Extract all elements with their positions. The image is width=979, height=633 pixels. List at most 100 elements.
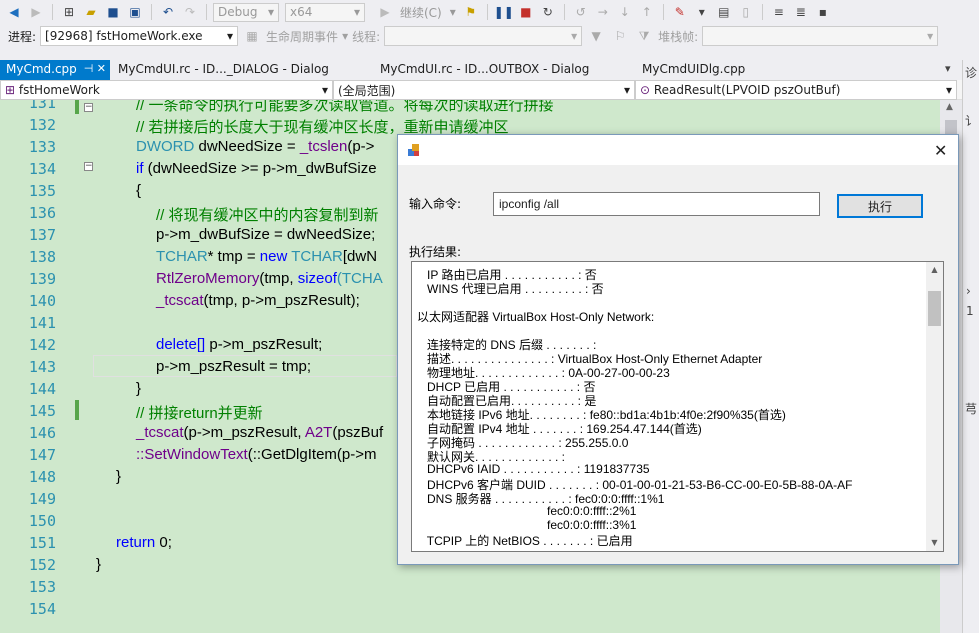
result-scrollbar[interactable]: ▲ ▼ [926,262,943,551]
breakpoint-icon[interactable]: ✎ [670,2,690,22]
scroll-up-icon[interactable]: ▲ [946,102,953,112]
tab-mycmduidlg-cpp[interactable]: MyCmdUIDlg.cpp [636,60,751,80]
function-name: ReadResult(LPVOID pszOutBuf) [653,83,841,97]
step-out-icon[interactable]: ↑ [637,2,657,22]
collapse-icon[interactable]: − [84,103,93,112]
project-select[interactable]: ⊞ fstHomeWork ▾ [0,80,333,100]
dialog-titlebar[interactable]: ✕ [398,135,958,165]
lifecycle-icon: ▦ [246,29,258,43]
pause-icon[interactable]: ❚❚ [494,2,514,22]
code-text: (tmp, p->m_pszResult); [203,292,360,309]
filter-toggle-icon[interactable]: ⧩ [634,26,654,46]
scope-select[interactable]: (全局范围) ▾ [333,80,635,100]
step-into-icon[interactable]: ↓ [615,2,635,22]
side-tab-2[interactable]: 芎 [965,400,977,417]
continue-button[interactable]: 继续(C) [397,4,445,21]
lifecycle-events-button[interactable]: 生命周期事件 [266,28,338,45]
platform-select[interactable]: x64 ▾ [285,2,365,22]
line-number: 154 [28,600,56,618]
step-over-icon[interactable]: → [593,2,613,22]
chevron-down-icon: ▾ [342,29,349,43]
bookmark-icon[interactable]: ▤ [714,2,734,22]
code-text: dwNeedSize = [194,138,300,155]
document-icon[interactable]: ▯ [736,2,756,22]
open-folder-icon[interactable]: ▰ [81,2,101,22]
code-line: ::SetWindowText(::GetDlgItem(p->m [136,446,377,463]
code-line: } [116,468,122,485]
tab-overflow-icon[interactable]: ▾ [945,62,951,75]
play-icon[interactable]: ▶ [375,2,395,22]
code-line: delete[] p->m_pszResult; [156,336,322,353]
command-input[interactable]: ipconfig /all [493,192,820,216]
thread-select[interactable]: ▾ [384,26,583,46]
code-keyword: return [116,534,156,551]
code-function: RtlZeroMemory [156,270,260,287]
process-value: [92968] fstHomeWork.exe [45,29,203,43]
line-number: 148 [28,468,56,486]
result-output[interactable]: IP 路由已启用 . . . . . . . . . . . : 否 WINS … [411,261,944,552]
function-select[interactable]: ⊙ ReadResult(LPVOID pszOutBuf) ▾ [635,80,957,100]
code-function: ::SetWindowText [136,446,248,463]
stop-icon[interactable]: ■ [516,2,536,22]
toolbar-separator [563,4,565,20]
project-value: ⊞ fstHomeWork [5,83,100,97]
code-line: DWORD dwNeedSize = _tcslen(p-> [136,138,374,155]
code-keyword: if [136,160,144,177]
code-line: TCHAR* tmp = new TCHAR[dwN [156,248,377,265]
toolbar-separator [151,4,152,20]
outdent-icon[interactable]: ≣ [791,2,811,22]
save-icon[interactable]: ■ [103,2,123,22]
result-line: 以太网适配器 VirtualBox Host-Only Network: [417,310,655,324]
tab-mycmd-cpp[interactable]: MyCmd.cpp ⊣ ✕ [0,60,110,80]
code-text: (p->m_pszResult, [183,424,305,441]
right-dock-panel[interactable]: 诊 讠 › 1 芎 [962,60,979,633]
execute-button[interactable]: 执行 [837,194,923,218]
scroll-up-icon[interactable]: ▲ [926,262,943,278]
restart-icon[interactable]: ↻ [538,2,558,22]
back-icon[interactable]: ◀ [4,2,24,22]
line-number: 152 [28,556,56,574]
line-number: 143 [28,358,56,376]
stackframe-select[interactable]: ▾ [702,26,939,46]
filter-icon[interactable]: ▼ [586,26,606,46]
forward-icon[interactable]: ▶ [26,2,46,22]
process-select[interactable]: [92968] fstHomeWork.exe ▾ [40,26,239,46]
side-tab[interactable]: 讠 [965,112,977,129]
project-icon: ⊞ [5,83,19,97]
show-next-statement-icon[interactable]: ↺ [571,2,591,22]
code-function: _tcscat [156,292,204,309]
new-project-icon[interactable]: ⊞ [59,2,79,22]
flag-threads-icon[interactable]: ⚐ [610,26,630,46]
line-number: 136 [28,204,56,222]
line-number: 138 [28,248,56,266]
line-number: 146 [28,424,56,442]
code-text: (TCHA [336,270,383,287]
scroll-down-icon[interactable]: ▼ [926,535,943,551]
debug-location-toolbar: 进程: [92968] fstHomeWork.exe ▾ ▦ 生命周期事件 ▾ … [0,24,979,48]
attach-icon[interactable]: ⚑ [461,2,481,22]
close-icon[interactable]: ✕ [934,141,947,160]
config-select[interactable]: Debug ▾ [213,2,279,22]
code-line: } [136,380,142,397]
line-number: 142 [28,336,56,354]
line-number: 147 [28,446,56,464]
tab-mycmdui-outbox[interactable]: MyCmdUI.rc - ID...OUTBOX - Dialog [374,60,595,80]
code-keyword: sizeof [297,270,337,287]
save-all-icon[interactable]: ▣ [125,2,145,22]
line-number: 133 [28,138,56,156]
toolbar-separator [486,4,488,20]
diagnostics-tab[interactable]: 诊 [965,64,977,81]
redo-icon[interactable]: ↷ [180,2,200,22]
function-value: ⊙ ReadResult(LPVOID pszOutBuf) [640,83,840,97]
tab-label: MyCmdUIDlg.cpp [642,62,746,76]
tab-mycmdui-dialog[interactable]: MyCmdUI.rc - ID..._DIALOG - Dialog [112,60,335,80]
collapse-icon[interactable]: − [84,162,93,171]
chevron-down-icon: ▾ [623,83,630,97]
chevron-down-icon: ▾ [449,5,456,19]
indent-icon[interactable]: ≡ [769,2,789,22]
undo-icon[interactable]: ↶ [158,2,178,22]
scroll-thumb[interactable] [928,291,941,326]
flag-icon[interactable]: ▪ [813,2,833,22]
pin-close-icon[interactable]: ⊣ ✕ [84,62,106,75]
line-number: 145 [28,402,56,420]
